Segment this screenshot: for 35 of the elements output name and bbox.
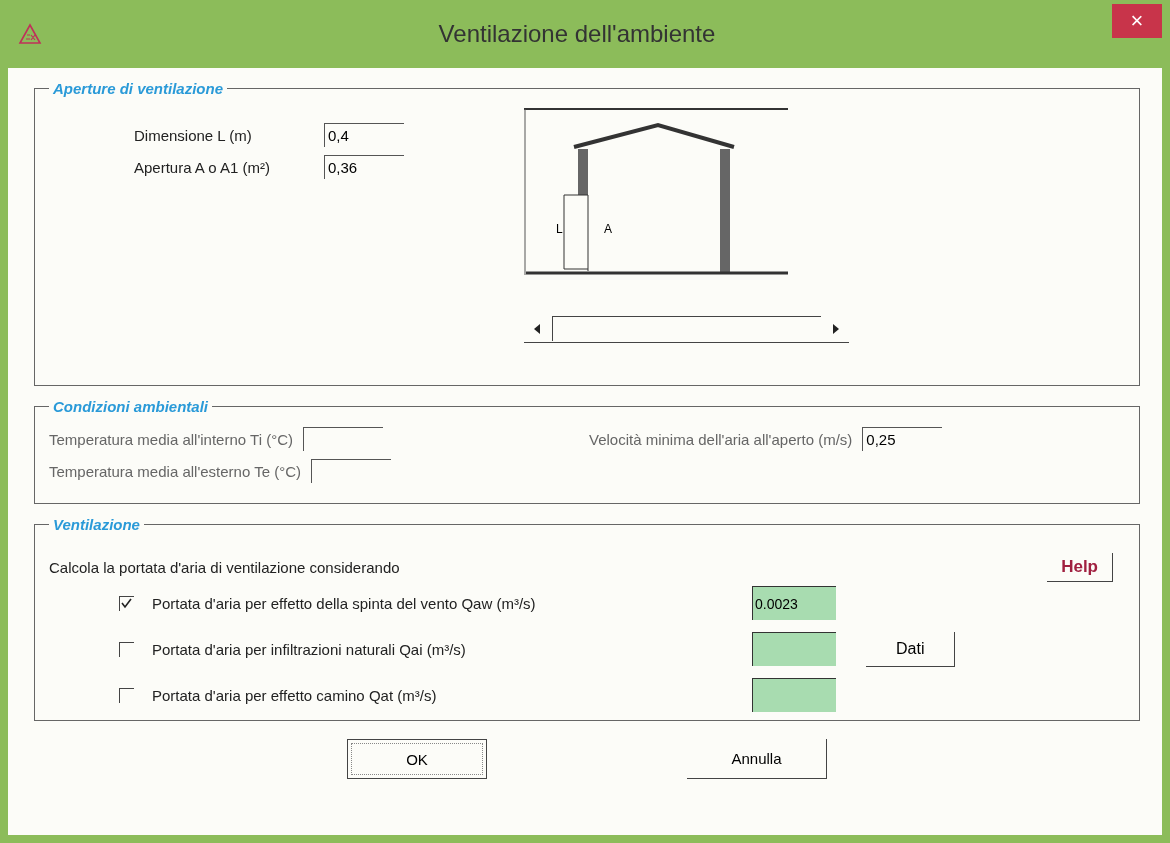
input-field[interactable]	[311, 459, 392, 483]
diagram-label: A	[604, 222, 612, 236]
input-field[interactable]: 0,25	[862, 427, 943, 451]
field-label: Temperatura media all'esterno Te (°C)	[49, 462, 302, 480]
checkbox[interactable]	[119, 595, 134, 611]
input-field[interactable]	[302, 427, 383, 451]
field-label: Velocità minima dell'aria all'aperto (m/s)	[589, 430, 853, 448]
cancel-button[interactable]: Annulla	[687, 739, 827, 779]
window-title: Ventilazione dell'ambiente	[437, 20, 717, 48]
input-field[interactable]: 0,36	[324, 155, 404, 179]
result-field[interactable]	[752, 632, 836, 666]
instruction-text: Calcola la portata d'aria di ventilazione considerando	[49, 559, 400, 576]
field-label: Apertura A o A1 (m²)	[134, 158, 271, 176]
field-label: Dimensione L (m)	[134, 126, 253, 144]
checkbox-label: Portata d'aria per infiltrazioni naturali Qai (m³/s)	[152, 640, 467, 658]
checkbox-label: Portata d'aria per effetto camino Qat (m³/s)	[152, 686, 438, 704]
left-arrow-icon[interactable]	[532, 322, 542, 335]
field-label: Temperatura media all'interno Ti (°C)	[49, 430, 293, 448]
checkbox-label: Portata d'aria per effetto della spinta del vento Qaw (m³/s)	[152, 594, 537, 612]
group-legend: Aperture di ventilazione	[49, 80, 228, 97]
result-field[interactable]	[752, 678, 836, 712]
warning-triangle-icon	[18, 23, 42, 45]
result-field[interactable]: 0.0023	[752, 586, 836, 620]
help-button[interactable]: Help	[1047, 553, 1113, 582]
checkbox[interactable]	[119, 687, 134, 703]
data-button[interactable]: Dati	[866, 631, 956, 667]
diagram-label: L	[556, 222, 563, 236]
scrollbar[interactable]	[524, 315, 849, 343]
close-button[interactable]: ×	[1112, 4, 1162, 38]
input-field[interactable]: 0,4	[324, 123, 404, 147]
group-legend: Ventilazione	[49, 516, 144, 533]
checkbox[interactable]	[119, 641, 134, 657]
right-arrow-icon[interactable]	[831, 322, 841, 335]
group-legend: Condizioni ambientali	[49, 398, 212, 415]
ok-button[interactable]: OK	[347, 739, 487, 779]
